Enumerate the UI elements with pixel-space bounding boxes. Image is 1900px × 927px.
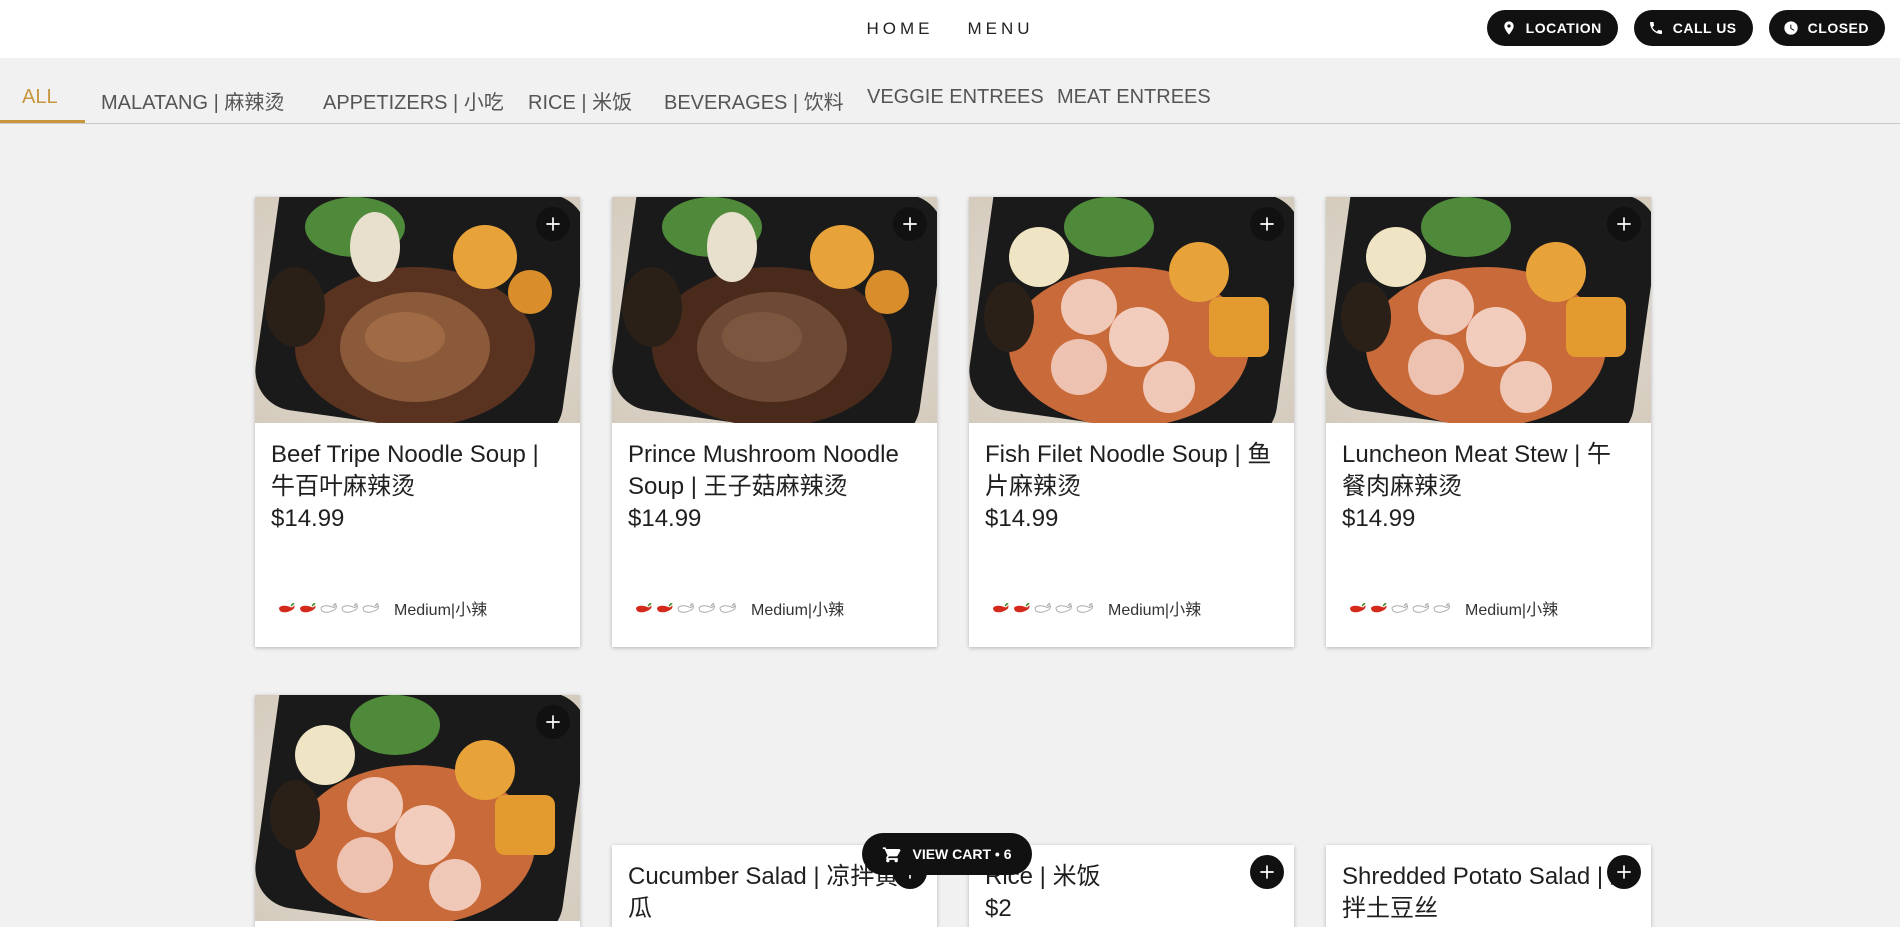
status-label: CLOSED (1807, 20, 1869, 36)
chili-pepper-empty-icon (1034, 603, 1051, 613)
top-bar: HOME MENU LOCATION CALL US CLOSED (0, 0, 1900, 58)
chili-pepper-empty-icon (1076, 603, 1093, 613)
spice-label: Medium|小辣 (394, 602, 488, 619)
chili-pepper-filled-icon (1349, 603, 1366, 613)
tab-meat-entrees[interactable]: MEAT ENTREES (1057, 86, 1211, 109)
menu-item-name: Fish Filet Noodle Soup | 鱼片麻辣烫 (985, 441, 1272, 500)
plus-icon (1617, 217, 1631, 231)
tab-rice[interactable]: RICE | 米饭 (528, 86, 632, 115)
spice-peppers (634, 601, 737, 615)
clock-icon (1783, 21, 1798, 35)
chili-pepper-filled-icon (992, 603, 1009, 613)
chili-pepper-empty-icon (1433, 603, 1450, 613)
hours-status-button[interactable]: CLOSED (1768, 10, 1885, 46)
chili-pepper-empty-icon (677, 603, 694, 613)
call-button[interactable]: CALL US (1633, 10, 1753, 46)
plus-icon (1260, 865, 1274, 879)
menu-item-name: Beef Tripe Noodle Soup | 牛百叶麻辣烫 (271, 441, 539, 500)
menu-item-price: $14.99 (628, 505, 702, 532)
chili-pepper-empty-icon (1412, 603, 1429, 613)
chili-pepper-filled-icon (635, 603, 652, 613)
chili-pepper-empty-icon (320, 603, 337, 613)
chili-pepper-filled-icon (656, 603, 673, 613)
spice-label: Medium|小辣 (1465, 602, 1559, 619)
view-cart-button[interactable]: VIEW CART • 6 (862, 833, 1032, 875)
plus-icon (546, 715, 560, 729)
spice-peppers (277, 601, 380, 615)
category-tabs: ALL MALATANG | 麻辣烫 APPETIZERS | 小吃 RICE … (0, 58, 1900, 124)
plus-icon (1260, 217, 1274, 231)
spice-peppers (1348, 601, 1451, 615)
nav-home-link[interactable]: HOME (866, 19, 933, 39)
active-tab-indicator (0, 120, 85, 123)
chili-pepper-empty-icon (1391, 603, 1408, 613)
phone-icon (1649, 22, 1662, 34)
menu-item-name: Shredded Potato Salad | 凉拌土豆丝 (1342, 863, 1634, 922)
chili-pepper-empty-icon (341, 603, 358, 613)
menu-item-name: Luncheon Meat Stew | 午餐肉麻辣烫 (1342, 441, 1612, 500)
tab-veggie-entrees[interactable]: VEGGIE ENTREES (867, 86, 1044, 109)
spice-level: Medium|小辣 (991, 596, 1201, 620)
plus-icon (903, 217, 917, 231)
menu-item-image (255, 197, 580, 423)
menu-item-price: $2 (985, 895, 1012, 922)
chili-pepper-empty-icon (719, 603, 736, 613)
chili-pepper-empty-icon (362, 603, 379, 613)
menu-item-price: $14.99 (271, 505, 345, 532)
chili-pepper-filled-icon (278, 603, 295, 613)
chili-pepper-filled-icon (299, 603, 316, 613)
menu-item-image (1326, 197, 1651, 423)
call-label: CALL US (1672, 20, 1737, 36)
add-to-cart-button[interactable] (1607, 855, 1641, 889)
chili-pepper-filled-icon (1370, 603, 1387, 613)
tab-malatang[interactable]: MALATANG | 麻辣烫 (101, 86, 284, 115)
menu-item-image (612, 197, 937, 423)
map-pin-icon (1503, 21, 1514, 35)
menu-item-price: $14.99 (1342, 505, 1416, 532)
add-to-cart-button[interactable] (536, 705, 570, 739)
add-to-cart-button[interactable] (1607, 207, 1641, 241)
menu-item-name: Prince Mushroom Noodle Soup | 王子菇麻辣烫 (628, 441, 899, 500)
spice-level: Medium|小辣 (634, 596, 844, 620)
tab-beverages[interactable]: BEVERAGES | 饮料 (664, 86, 844, 115)
header-actions: LOCATION CALL US CLOSED (1486, 10, 1885, 46)
menu-item-image (255, 695, 580, 921)
menu-item-card[interactable]: Fish Filet Noodle Soup | 鱼片麻辣烫 $14.99 Me… (969, 197, 1294, 647)
spice-label: Medium|小辣 (751, 602, 845, 619)
view-cart-label: VIEW CART • 6 (912, 846, 1012, 862)
spice-label: Medium|小辣 (1108, 602, 1202, 619)
menu-item-image (969, 197, 1294, 423)
spice-level: Medium|小辣 (277, 596, 487, 620)
chili-pepper-empty-icon (698, 603, 715, 613)
menu-item-name: Rice | 米饭 (985, 863, 1101, 890)
chili-pepper-empty-icon (1055, 603, 1072, 613)
tab-appetizers[interactable]: APPETIZERS | 小吃 (323, 86, 504, 115)
plus-icon (546, 217, 560, 231)
menu-item-card[interactable]: Luncheon Meat Stew | 午餐肉麻辣烫 $14.99 Mediu… (1326, 197, 1651, 647)
add-to-cart-button[interactable] (536, 207, 570, 241)
location-button[interactable]: LOCATION (1486, 10, 1618, 46)
add-to-cart-button[interactable] (1250, 855, 1284, 889)
spice-level: Medium|小辣 (1348, 596, 1558, 620)
menu-item-price: $14.99 (985, 505, 1059, 532)
add-to-cart-button[interactable] (1250, 207, 1284, 241)
menu-item-card[interactable]: Prince Mushroom Noodle Soup | 王子菇麻辣烫 $14… (612, 197, 937, 647)
add-to-cart-button[interactable] (893, 207, 927, 241)
menu-item-card[interactable]: Beef Tripe Noodle Soup | 牛百叶麻辣烫 $14.99 M… (255, 197, 580, 647)
tab-all[interactable]: ALL (22, 86, 58, 109)
plus-icon (1617, 865, 1631, 879)
nav-menu-link[interactable]: MENU (967, 19, 1033, 39)
location-label: LOCATION (1525, 20, 1602, 36)
cart-icon (883, 847, 902, 863)
chili-pepper-filled-icon (1013, 603, 1030, 613)
menu-item-card[interactable]: Shredded Potato Salad | 凉拌土豆丝 (1326, 845, 1651, 927)
spice-peppers (991, 601, 1094, 615)
menu-item-card[interactable] (255, 695, 580, 927)
